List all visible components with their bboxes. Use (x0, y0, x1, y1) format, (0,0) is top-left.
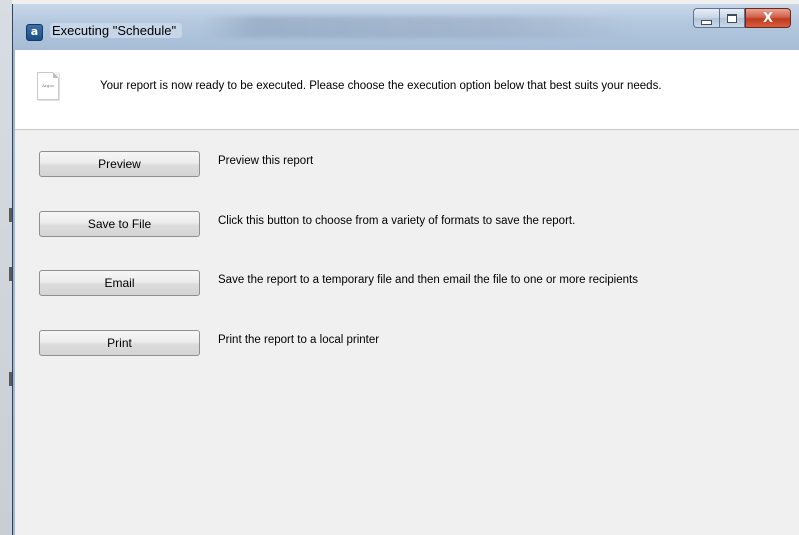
print-description: Print the report to a local printer (218, 334, 380, 346)
preview-description: Preview this report (218, 155, 314, 167)
close-icon: X (762, 10, 774, 26)
print-button[interactable]: Print (39, 330, 200, 356)
minimize-icon (701, 19, 712, 25)
maximize-icon (727, 13, 737, 23)
email-button[interactable]: Email (39, 270, 200, 296)
report-icon-label: Argos (42, 83, 54, 88)
background-desktop (0, 0, 12, 535)
save-to-file-description: Click this button to choose from a varie… (218, 215, 576, 227)
maximize-button[interactable] (719, 8, 745, 28)
report-document-icon: Argos (37, 72, 59, 100)
preview-button[interactable]: Preview (39, 151, 200, 177)
app-icon: a (26, 24, 43, 41)
window-controls: X (693, 8, 791, 30)
banner-message: Your report is now ready to be executed.… (100, 80, 662, 92)
title-bar[interactable]: a Executing "Schedule" X (13, 4, 799, 50)
dialog-body: Argos Your report is now ready to be exe… (15, 50, 799, 535)
save-to-file-button[interactable]: Save to File (39, 211, 200, 237)
close-button[interactable]: X (745, 8, 791, 28)
blurred-background-title (203, 16, 633, 38)
email-description: Save the report to a temporary file and … (218, 274, 638, 286)
window-title: Executing "Schedule" (50, 23, 183, 38)
minimize-button[interactable] (693, 8, 719, 28)
page-fold (53, 72, 59, 78)
info-banner: Argos Your report is now ready to be exe… (15, 50, 799, 130)
execute-report-dialog: a Executing "Schedule" X Argos Your repo… (12, 4, 799, 535)
